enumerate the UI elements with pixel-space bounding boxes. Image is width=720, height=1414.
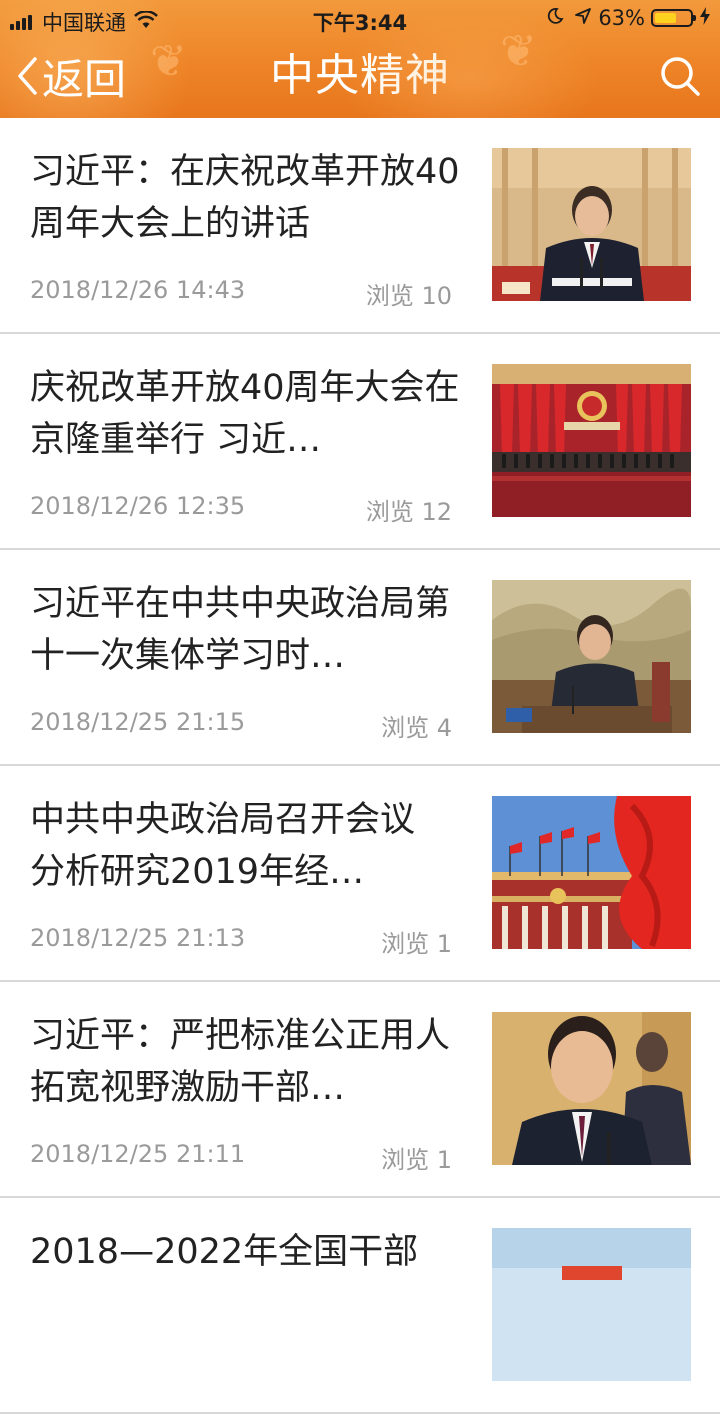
navigation-bar: 返回 中央精神 [0, 40, 720, 118]
article-title: 2018—2022年全国干部 [30, 1232, 419, 1272]
article-thumbnail [492, 148, 691, 301]
article-views: 浏览 4 [381, 714, 452, 742]
status-bar: 中国联通 下午3:44 63% [0, 0, 720, 40]
battery-icon [651, 9, 696, 27]
list-item[interactable]: 习近平：在庆祝改革开放40周年大会上的讲话 2018/12/26 14:43 浏… [0, 118, 720, 334]
article-date: 2018/12/25 21:15 [30, 708, 246, 736]
article-views: 浏览 1 [381, 930, 452, 958]
article-title: 习近平：在庆祝改革开放40周年大会上的讲话 [30, 152, 460, 244]
article-title: 习近平在中共中央政治局第十一次集体学习时… [30, 584, 451, 676]
article-date: 2018/12/25 21:11 [30, 1140, 246, 1168]
list-item[interactable]: 习近平：严把标准公正用人拓宽视野激励干部… 2018/12/25 21:11 浏… [0, 982, 720, 1198]
list-item[interactable]: 习近平在中共中央政治局第十一次集体学习时… 2018/12/25 21:15 浏… [0, 550, 720, 766]
article-list: 习近平：在庆祝改革开放40周年大会上的讲话 2018/12/26 14:43 浏… [0, 118, 720, 1414]
article-date: 2018/12/26 12:35 [30, 492, 246, 520]
article-views: 浏览 12 [365, 498, 452, 526]
article-views: 浏览 10 [365, 282, 452, 310]
page-title: 中央精神 [270, 50, 450, 101]
list-item[interactable]: 中共中央政治局召开会议 分析研究2019年经… 2018/12/25 21:13… [0, 766, 720, 982]
list-item[interactable]: 庆祝改革开放40周年大会在京隆重举行 习近… 2018/12/26 12:35 … [0, 334, 720, 550]
article-thumbnail [492, 1228, 691, 1381]
article-views: 浏览 1 [381, 1146, 452, 1174]
article-title: 习近平：严把标准公正用人拓宽视野激励干部… [30, 1016, 451, 1108]
article-thumbnail [492, 364, 691, 517]
charging-bolt-icon [700, 6, 710, 30]
article-title: 庆祝改革开放40周年大会在京隆重举行 习近… [30, 368, 460, 460]
app-header: ❦ ❦ 中国联通 下午3:44 63% 返回 中央精神 [0, 0, 720, 118]
search-icon [661, 57, 700, 96]
article-thumbnail [492, 580, 691, 733]
battery-percent: 63% [598, 6, 645, 30]
article-title: 中共中央政治局召开会议 分析研究2019年经… [30, 800, 416, 892]
article-thumbnail [492, 1012, 691, 1165]
search-button[interactable] [658, 54, 702, 98]
article-date: 2018/12/26 14:43 [30, 276, 246, 304]
article-date: 2018/12/25 21:13 [30, 924, 246, 952]
moon-icon [546, 6, 564, 30]
location-arrow-icon [574, 6, 592, 30]
list-item[interactable]: 2018—2022年全国干部 [0, 1198, 720, 1414]
decorative-leaf-icon: ❦ [500, 26, 537, 77]
article-thumbnail [492, 796, 691, 949]
